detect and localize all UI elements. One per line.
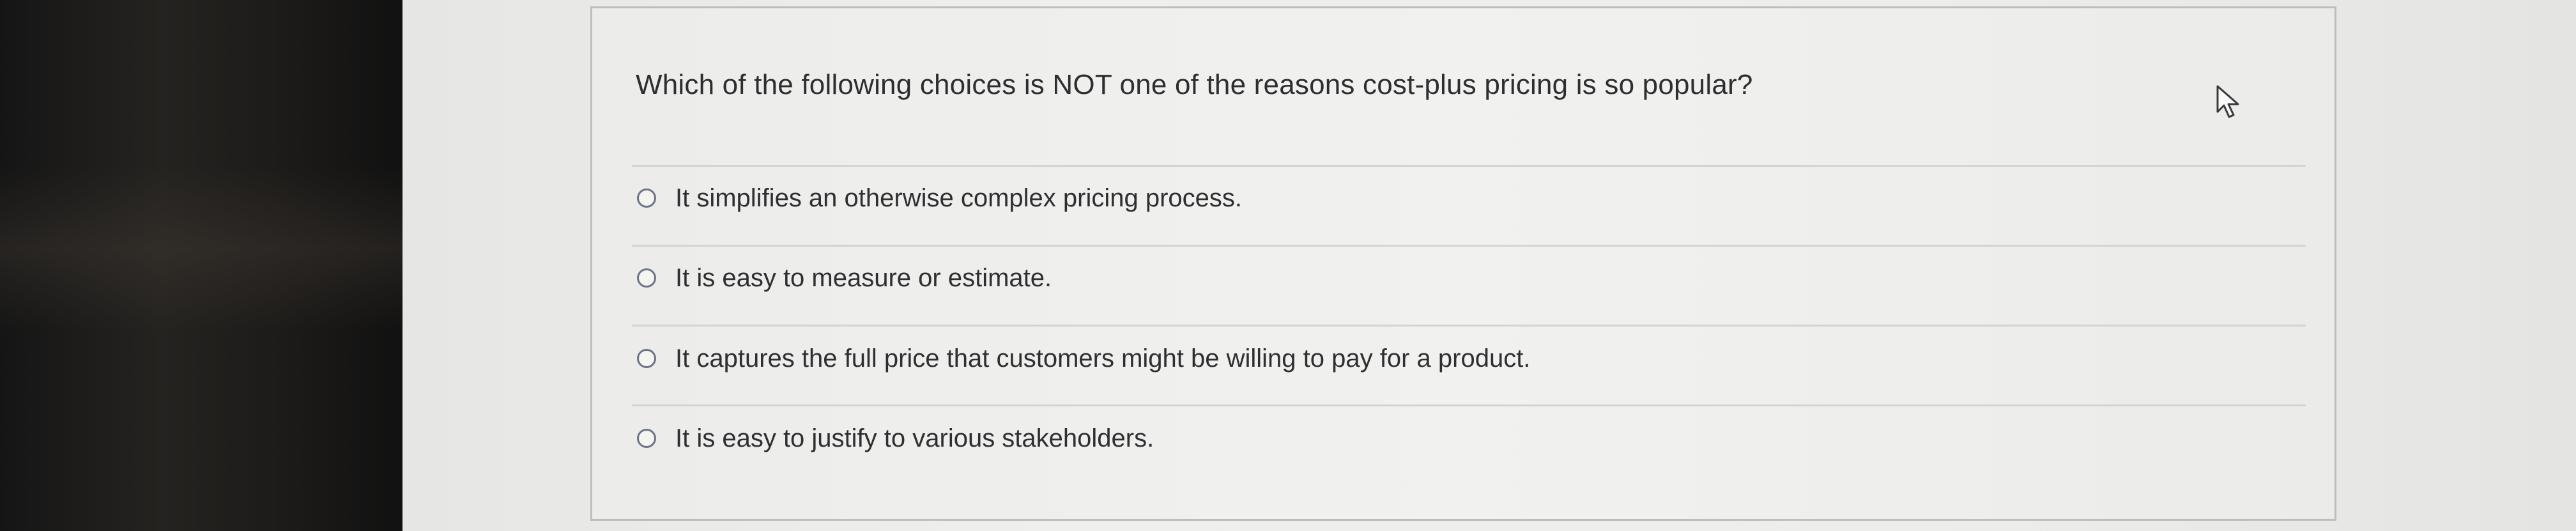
answer-option-2[interactable]: It is easy to measure or estimate. bbox=[637, 256, 1052, 300]
divider bbox=[632, 165, 2306, 167]
question-text: Which of the following choices is NOT on… bbox=[636, 69, 1753, 100]
radio-button[interactable] bbox=[637, 429, 656, 448]
answer-option-1[interactable]: It simplifies an otherwise complex prici… bbox=[637, 176, 1242, 220]
answer-option-label: It captures the full price that customer… bbox=[675, 344, 1531, 373]
divider bbox=[632, 245, 2306, 247]
divider bbox=[632, 325, 2306, 327]
pointer-cursor-icon bbox=[2216, 85, 2239, 118]
divider bbox=[632, 404, 2306, 406]
answer-option-4[interactable]: It is easy to justify to various stakeho… bbox=[637, 416, 1154, 461]
answer-option-label: It simplifies an otherwise complex prici… bbox=[675, 183, 1243, 212]
answer-option-3[interactable]: It captures the full price that customer… bbox=[637, 336, 1530, 381]
monitor-bezel bbox=[0, 0, 402, 531]
radio-button[interactable] bbox=[637, 268, 656, 288]
question-card: Which of the following choices is NOT on… bbox=[590, 6, 2336, 521]
answer-option-label: It is easy to measure or estimate. bbox=[675, 263, 1052, 292]
radio-button[interactable] bbox=[637, 349, 656, 368]
answer-option-label: It is easy to justify to various stakeho… bbox=[675, 424, 1154, 452]
radio-button[interactable] bbox=[637, 189, 656, 208]
